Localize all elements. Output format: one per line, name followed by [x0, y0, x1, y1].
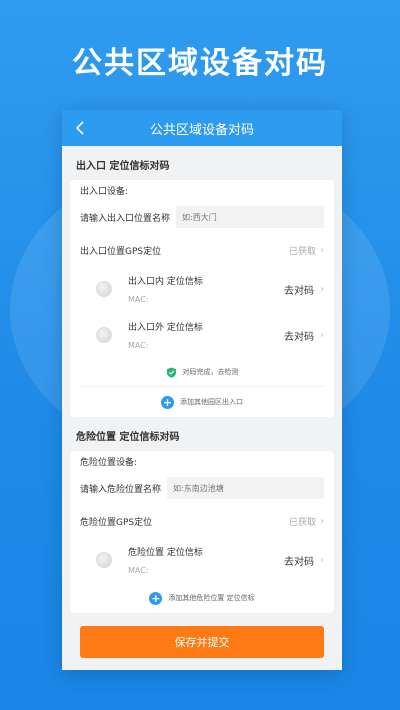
danger-gps-row[interactable]: 危险位置GPS定位 已获取 › [70, 505, 334, 537]
pair-button[interactable]: 去对码 › [284, 553, 324, 568]
save-submit-button[interactable]: 保存并提交 [80, 626, 324, 658]
beacon-name: 出入口内 定位信标 [128, 277, 203, 287]
beacon-radio[interactable] [96, 281, 112, 297]
pair-button-label: 去对码 [284, 556, 314, 568]
chevron-right-icon: › [320, 329, 324, 341]
shield-check-icon [166, 366, 176, 378]
danger-input-label: 请输入危险位置名称 [80, 484, 162, 495]
beacon-mac: MAC: [128, 566, 149, 575]
entrance-beacon-inner: 出入口内 定位信标 MAC: 去对码 › [70, 266, 334, 312]
beacon-mac: MAC: [128, 341, 149, 350]
entrance-input-label: 请输入出入口位置名称 [80, 213, 171, 224]
plus-icon: + [149, 591, 163, 605]
pair-button[interactable]: 去对码 › [284, 282, 324, 297]
chevron-right-icon: › [320, 244, 324, 256]
beacon-name: 危险位置 定位信标 [128, 548, 203, 558]
add-entrance-button[interactable]: + 添加其他园区出入口 [70, 387, 334, 417]
pair-done-link[interactable]: 对码完成，去检测 [70, 358, 334, 386]
danger-gps-label: 危险位置GPS定位 [80, 517, 153, 528]
add-entrance-text: 添加其他园区出入口 [180, 398, 243, 406]
pair-button-label: 去对码 [284, 285, 314, 297]
chevron-right-icon: › [320, 515, 324, 527]
chevron-right-icon: › [320, 283, 324, 295]
entrance-section-title: 出入口 定位信标对码 [76, 161, 170, 172]
beacon-mac: MAC: [128, 295, 149, 304]
nav-title: 公共区域设备对码 [149, 122, 254, 138]
danger-gps-status: 已获取 [288, 517, 316, 528]
chevron-right-icon: › [320, 554, 324, 566]
danger-beacon: 危险位置 定位信标 MAC: 去对码 › [70, 537, 334, 583]
danger-device-label: 危险位置设备: [80, 457, 138, 468]
entrance-gps-label: 出入口位置GPS定位 [80, 246, 162, 257]
entrance-input-row: 请输入出入口位置名称 [70, 200, 334, 234]
danger-section-title: 危险位置 定位信标对码 [76, 432, 180, 443]
footer-bar: 保存并提交 [62, 620, 342, 670]
nav-bar: 公共区域设备对码 [62, 110, 342, 146]
beacon-radio[interactable] [96, 552, 112, 568]
back-icon[interactable] [70, 118, 90, 138]
entrance-beacon-outer: 出入口外 定位信标 MAC: 去对码 › [70, 312, 334, 358]
entrance-card: 出入口设备: 请输入出入口位置名称 出入口位置GPS定位 已获取 › 出入口内 … [70, 180, 334, 417]
beacon-radio[interactable] [96, 327, 112, 343]
beacon-name: 出入口外 定位信标 [128, 323, 203, 333]
entrance-name-input[interactable] [176, 206, 324, 228]
danger-name-input[interactable] [167, 477, 324, 499]
entrance-gps-row[interactable]: 出入口位置GPS定位 已获取 › [70, 234, 334, 266]
danger-card: 危险位置设备: 请输入危险位置名称 危险位置GPS定位 已获取 › 危险位置 定… [70, 451, 334, 613]
entrance-device-label: 出入口设备: [80, 186, 129, 197]
add-danger-button[interactable]: + 添加其他危险位置 定位信标 [70, 583, 334, 613]
entrance-gps-status: 已获取 [288, 246, 316, 257]
hero-title: 公共区域设备对码 [72, 46, 328, 81]
phone-screen: 公共区域设备对码 出入口 定位信标对码 出入口设备: 请输入出入口位置名称 出入… [62, 110, 342, 670]
danger-input-row: 请输入危险位置名称 [70, 471, 334, 505]
pair-button-label: 去对码 [284, 331, 314, 343]
done-text: 对码完成，去检测 [182, 368, 239, 376]
add-danger-text: 添加其他危险位置 定位信标 [168, 594, 255, 602]
plus-icon: + [161, 395, 174, 409]
pair-button[interactable]: 去对码 › [284, 328, 324, 343]
